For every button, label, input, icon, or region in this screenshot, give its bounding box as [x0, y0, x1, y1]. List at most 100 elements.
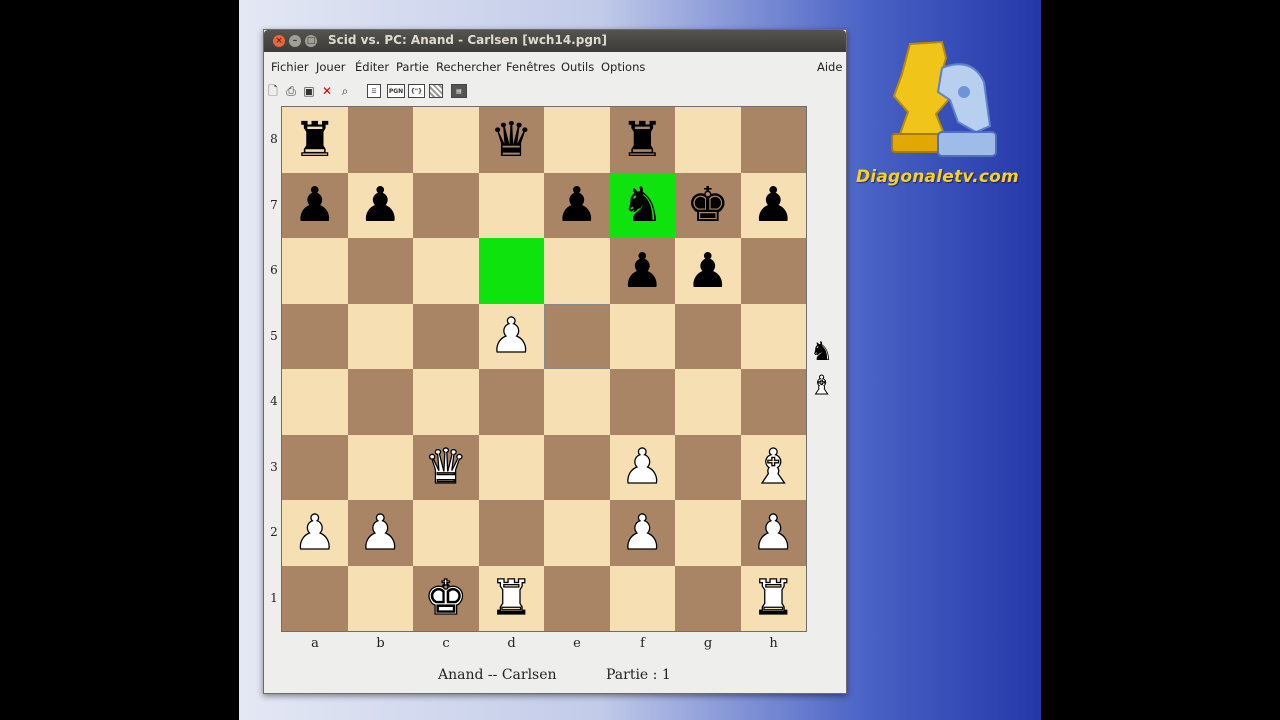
square-c4[interactable]: [413, 369, 479, 435]
white-bishop-icon[interactable]: ♝: [751, 443, 795, 492]
chess-board[interactable]: ♜ ♛ ♜ ♟ ♟ ♟ ♞ ♚ ♟ ♟ ♟ ♟ ♛ ♟ ♝ ♟ ♟ ♟ ♟ ♚ ♜ ♜: [282, 107, 806, 631]
square-g6[interactable]: ♟: [675, 238, 741, 304]
square-c7[interactable]: [413, 172, 479, 238]
square-h8[interactable]: [740, 107, 806, 173]
square-e7[interactable]: ♟: [544, 172, 610, 238]
square-c5[interactable]: [413, 303, 479, 369]
square-h5[interactable]: [740, 303, 806, 369]
square-g8[interactable]: [675, 107, 741, 173]
white-pawn-icon[interactable]: ♟: [358, 508, 402, 557]
square-a8[interactable]: ♜: [282, 107, 348, 173]
save-icon[interactable]: ▣: [302, 84, 316, 98]
black-pawn-icon[interactable]: ♟: [293, 181, 336, 229]
square-b7[interactable]: ♟: [347, 172, 413, 238]
square-h2[interactable]: ♟: [740, 500, 806, 566]
white-pawn-icon[interactable]: ♟: [293, 508, 337, 557]
square-d1[interactable]: ♜: [478, 565, 544, 631]
square-h3[interactable]: ♝: [740, 434, 806, 500]
square-d6[interactable]: [478, 238, 544, 304]
new-file-icon[interactable]: 🗋: [266, 84, 280, 98]
square-d5[interactable]: ♟: [478, 303, 544, 369]
square-g7[interactable]: ♚: [675, 172, 741, 238]
square-h1[interactable]: ♜: [740, 565, 806, 631]
square-a7[interactable]: ♟: [282, 172, 348, 238]
tree-icon[interactable]: ▤: [451, 84, 467, 98]
print-icon[interactable]: ⎙: [284, 84, 298, 98]
square-g3[interactable]: [675, 434, 741, 500]
menu-outils[interactable]: Outils: [561, 60, 594, 74]
square-e3[interactable]: [544, 434, 610, 500]
square-a5[interactable]: [282, 303, 348, 369]
square-f8[interactable]: ♜: [609, 107, 675, 173]
square-e8[interactable]: [544, 107, 610, 173]
pgn-icon[interactable]: PGN: [387, 84, 405, 98]
menu-rechercher[interactable]: Rechercher: [436, 60, 501, 74]
square-d2[interactable]: [478, 500, 544, 566]
square-c8[interactable]: [413, 107, 479, 173]
white-rook-icon[interactable]: ♜: [751, 574, 795, 623]
square-e5[interactable]: [544, 303, 610, 369]
square-a6[interactable]: [282, 238, 348, 304]
square-g4[interactable]: [675, 369, 741, 435]
square-c1[interactable]: ♚: [413, 565, 479, 631]
square-b8[interactable]: [347, 107, 413, 173]
board-icon[interactable]: [429, 84, 443, 98]
menu-partie[interactable]: Partie: [396, 60, 429, 74]
white-rook-icon[interactable]: ♜: [489, 574, 533, 623]
black-rook-icon[interactable]: ♜: [621, 116, 664, 164]
minimize-window-icon[interactable]: –: [289, 35, 301, 47]
white-pawn-icon[interactable]: ♟: [751, 508, 795, 557]
white-king-icon[interactable]: ♚: [424, 574, 468, 623]
black-knight-icon[interactable]: ♞: [621, 181, 664, 229]
square-h7[interactable]: ♟: [740, 172, 806, 238]
square-a3[interactable]: [282, 434, 348, 500]
square-b4[interactable]: [347, 369, 413, 435]
square-b5[interactable]: [347, 303, 413, 369]
white-pawn-icon[interactable]: ♟: [489, 312, 533, 361]
comment-icon[interactable]: {"}: [408, 84, 425, 98]
menu-fenetres[interactable]: Fenêtres: [506, 60, 555, 74]
square-g1[interactable]: [675, 565, 741, 631]
square-f1[interactable]: [609, 565, 675, 631]
black-pawn-icon[interactable]: ♟: [752, 181, 795, 229]
square-f2[interactable]: ♟: [609, 500, 675, 566]
menu-aide[interactable]: Aide: [817, 60, 842, 74]
square-e1[interactable]: [544, 565, 610, 631]
square-a4[interactable]: [282, 369, 348, 435]
black-rook-icon[interactable]: ♜: [293, 116, 336, 164]
white-pawn-icon[interactable]: ♟: [620, 443, 664, 492]
square-b2[interactable]: ♟: [347, 500, 413, 566]
find-icon[interactable]: ⌕: [338, 84, 352, 98]
menu-jouer[interactable]: Jouer: [316, 60, 346, 74]
square-h6[interactable]: [740, 238, 806, 304]
square-e2[interactable]: [544, 500, 610, 566]
black-pawn-icon[interactable]: ♟: [686, 247, 729, 295]
square-a1[interactable]: [282, 565, 348, 631]
square-f6[interactable]: ♟: [609, 238, 675, 304]
maximize-window-icon[interactable]: □: [305, 35, 317, 47]
square-e4[interactable]: [544, 369, 610, 435]
square-f3[interactable]: ♟: [609, 434, 675, 500]
square-c2[interactable]: [413, 500, 479, 566]
title-bar[interactable]: × – □ Scid vs. PC: Anand - Carlsen [wch1…: [264, 30, 846, 52]
square-a2[interactable]: ♟: [282, 500, 348, 566]
black-queen-icon[interactable]: ♛: [490, 116, 533, 164]
square-d4[interactable]: [478, 369, 544, 435]
close-window-icon[interactable]: ×: [273, 35, 285, 47]
square-b1[interactable]: [347, 565, 413, 631]
square-c3[interactable]: ♛: [413, 434, 479, 500]
square-h4[interactable]: [740, 369, 806, 435]
square-b3[interactable]: [347, 434, 413, 500]
close-icon[interactable]: ✕: [320, 84, 334, 98]
square-d7[interactable]: [478, 172, 544, 238]
black-pawn-icon[interactable]: ♟: [359, 181, 402, 229]
menu-fichier[interactable]: Fichier: [271, 60, 309, 74]
black-pawn-icon[interactable]: ♟: [621, 247, 664, 295]
black-pawn-icon[interactable]: ♟: [555, 181, 598, 229]
white-queen-icon[interactable]: ♛: [424, 443, 468, 492]
square-g2[interactable]: [675, 500, 741, 566]
menu-options[interactable]: Options: [601, 60, 645, 74]
game-list-icon[interactable]: ☰: [367, 84, 381, 98]
square-g5[interactable]: [675, 303, 741, 369]
square-b6[interactable]: [347, 238, 413, 304]
